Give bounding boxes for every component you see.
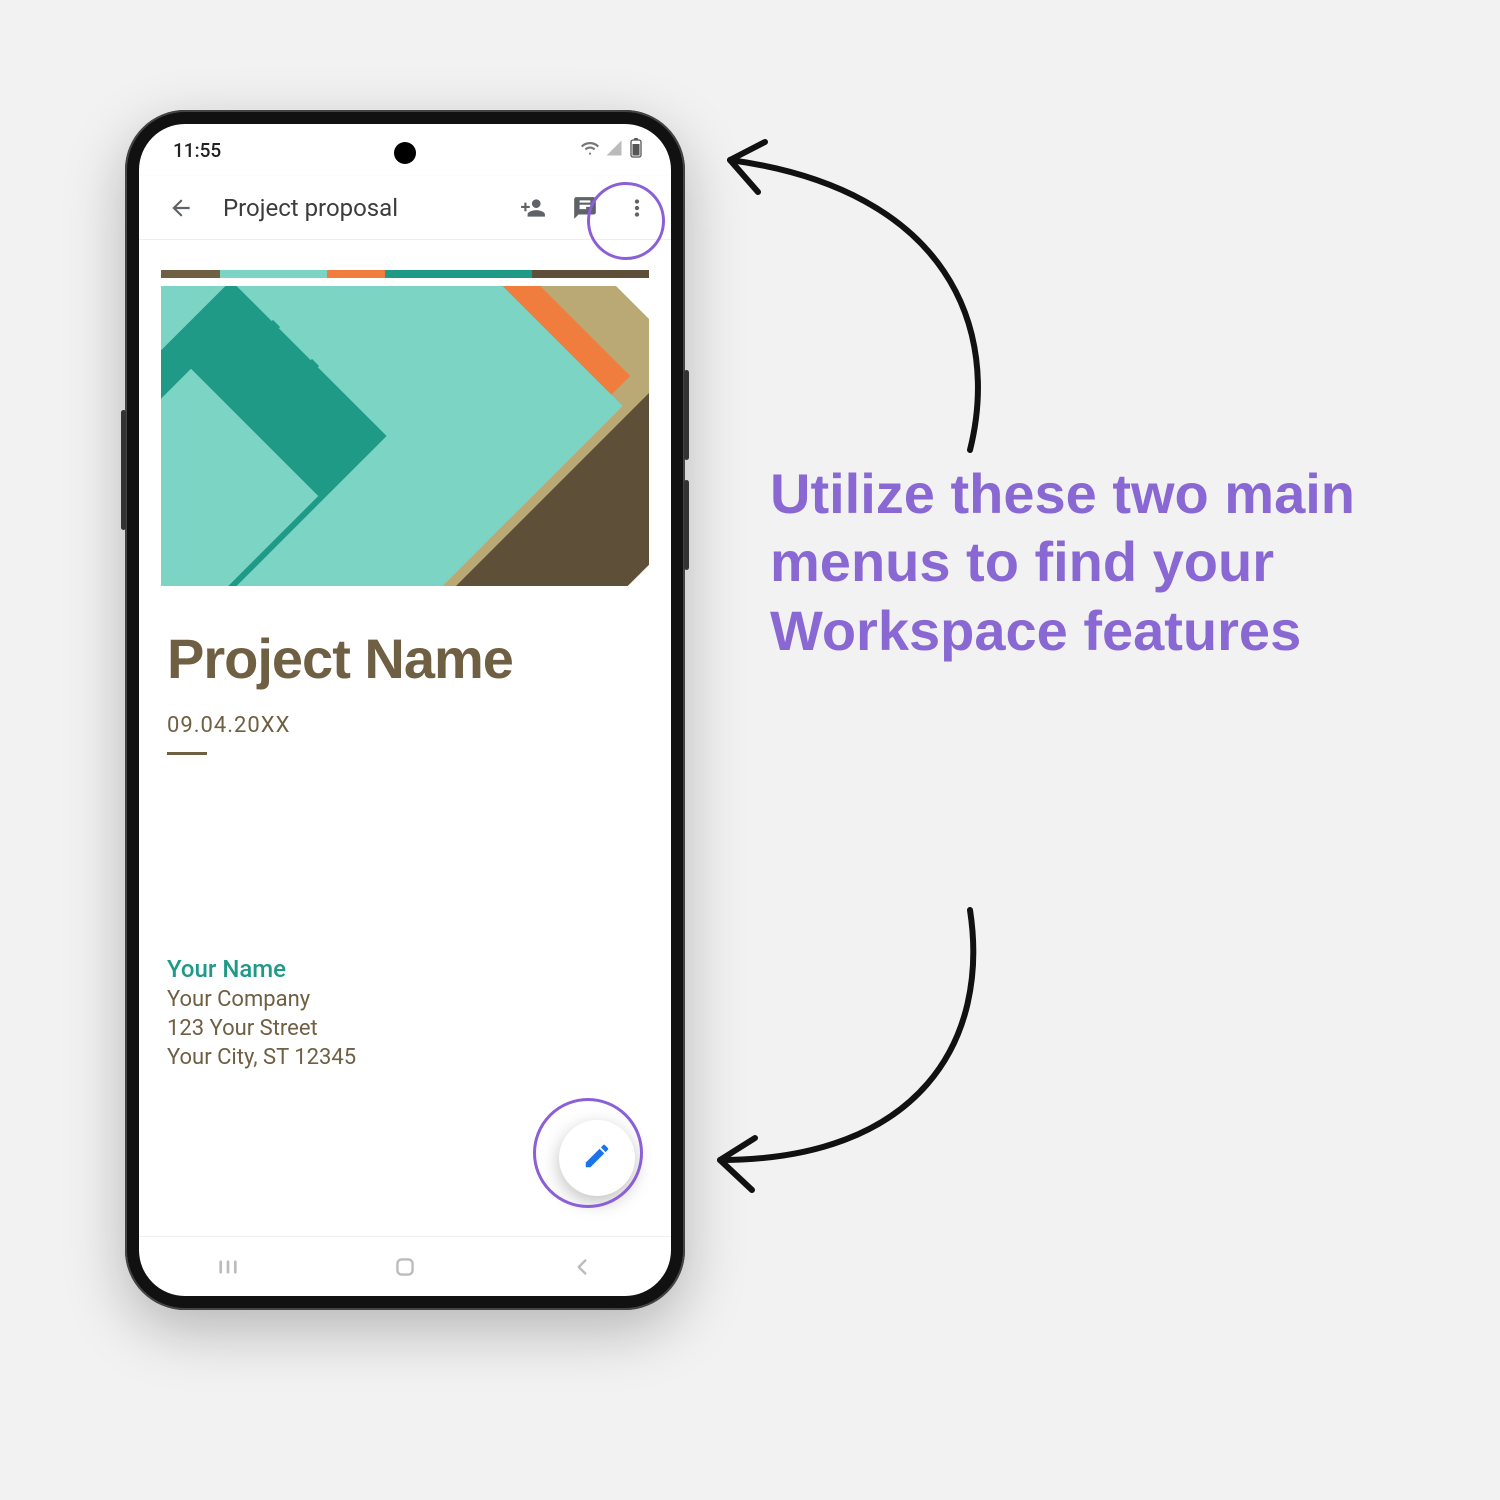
hero-graphic <box>161 286 649 586</box>
nav-back[interactable] <box>562 1247 602 1287</box>
app-bar: Project proposal <box>139 176 671 240</box>
doc-date: 09.04.20XX <box>167 713 643 738</box>
annotation-arrow-top <box>670 130 1020 460</box>
add-person-button[interactable] <box>509 184 557 232</box>
comment-button[interactable] <box>561 184 609 232</box>
back-button[interactable] <box>157 184 205 232</box>
signal-icon <box>605 139 623 162</box>
volume-button <box>121 410 126 530</box>
android-nav-bar <box>139 1236 671 1296</box>
edit-fab[interactable] <box>559 1120 635 1196</box>
doc-footer: Your Name Your Company 123 Your Street Y… <box>161 755 649 1070</box>
nav-home[interactable] <box>385 1247 425 1287</box>
status-time: 11:55 <box>173 139 221 162</box>
overflow-menu-button[interactable] <box>613 184 661 232</box>
annotation-arrow-bottom <box>670 900 1020 1200</box>
document-title-bar[interactable]: Project proposal <box>209 194 505 222</box>
battery-icon <box>629 138 643 163</box>
footer-city: Your City, ST 12345 <box>167 1045 643 1070</box>
document-viewport[interactable]: Project Name 09.04.20XX Your Name Your C… <box>139 240 671 1236</box>
camera-notch <box>394 142 416 164</box>
pencil-icon <box>582 1141 612 1175</box>
nav-recents[interactable] <box>208 1247 248 1287</box>
phone-screen: 11:55 Project proposal <box>139 124 671 1296</box>
phone-frame: 11:55 Project proposal <box>125 110 685 1310</box>
bixby-button <box>684 480 689 570</box>
footer-street: 123 Your Street <box>167 1016 643 1041</box>
wifi-icon <box>581 139 599 162</box>
annotation-text: Utilize these two main menus to find you… <box>770 460 1390 665</box>
accent-color-strip <box>161 270 649 278</box>
footer-company: Your Company <box>167 987 643 1012</box>
doc-project-title: Project Name <box>167 626 643 691</box>
document-page: Project Name 09.04.20XX Your Name Your C… <box>161 270 649 1070</box>
footer-name: Your Name <box>167 955 643 983</box>
